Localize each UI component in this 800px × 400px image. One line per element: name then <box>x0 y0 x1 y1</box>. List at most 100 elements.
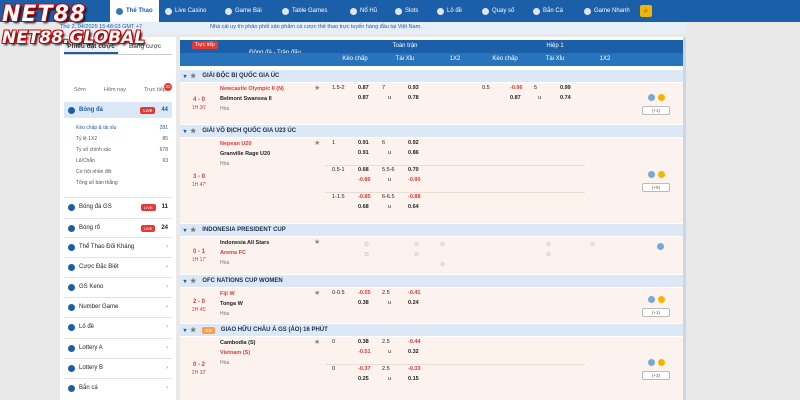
odds-cell[interactable]: 0.99 <box>560 85 571 91</box>
star-icon[interactable]: ★ <box>190 226 196 234</box>
league-header[interactable]: ▾ ★ GIẢI VÔ ĐỊCH QUỐC GIA U23 ÚC <box>180 125 686 137</box>
filter-early[interactable]: Sớm <box>74 87 86 93</box>
sidebar-sport-item[interactable]: Lottery B › <box>64 360 172 376</box>
star-icon[interactable]: ★ <box>314 84 320 92</box>
odds-cell[interactable]: 6 <box>382 140 385 146</box>
odds-cell[interactable]: 1-1.5 <box>332 194 345 200</box>
star-icon[interactable]: ★ <box>190 326 196 334</box>
collapse-icon[interactable]: ▾ <box>180 327 190 334</box>
league-header[interactable]: ▾ ★ GS GIAO HỮU CHÂU Á GS (ẢO) 16 PHÚT <box>180 324 686 336</box>
sidebar-subitem[interactable]: Tỷ lệ 1X2 85 <box>76 136 168 142</box>
league-header[interactable]: ▾ ★ INDONESIA PRESIDENT CUP <box>180 224 686 236</box>
star-icon[interactable]: ★ <box>314 338 320 346</box>
nav-item[interactable]: Live Casino <box>165 0 206 22</box>
odds-cell[interactable]: u <box>388 204 391 210</box>
odds-cell[interactable]: 0.93 <box>408 85 419 91</box>
sidebar-sport-item[interactable]: Bóng rổ LIVE 24 <box>64 220 172 236</box>
search-icon[interactable]: ⌕ <box>640 5 652 17</box>
sidebar-sport-item[interactable]: Thể Thao Đối Kháng › <box>64 239 172 255</box>
odds-cell[interactable]: 0-0.5 <box>332 290 345 296</box>
odds-cell[interactable]: 2.5 <box>382 366 390 372</box>
odds-cell[interactable]: 0.68 <box>358 167 369 173</box>
odds-cell[interactable]: 0.70 <box>408 167 419 173</box>
sidebar-sport-item[interactable]: Cược Đặc Biệt › <box>64 259 172 275</box>
odds-cell[interactable]: 0.64 <box>408 204 419 210</box>
odds-cell[interactable]: -0.37 <box>358 366 371 372</box>
star-icon[interactable]: ★ <box>190 127 196 135</box>
stats-icon[interactable] <box>648 93 655 101</box>
odds-cell[interactable]: 0.24 <box>408 300 419 306</box>
sidebar-subitem[interactable]: Kèo chấp & tài xỉu 281 <box>76 125 168 131</box>
live-tv-icon[interactable] <box>658 358 665 366</box>
filter-today[interactable]: Hôm nay <box>104 87 126 93</box>
odds-cell[interactable]: 2.5 <box>382 290 390 296</box>
star-icon[interactable]: ★ <box>190 72 196 80</box>
odds-cell[interactable]: 6-6.5 <box>382 194 395 200</box>
odds-cell[interactable]: 0.5 <box>482 85 490 91</box>
odds-cell[interactable]: 0.5-1 <box>332 167 345 173</box>
more-bets-button[interactable]: (+1) <box>642 307 670 317</box>
nav-item[interactable]: Lô đề <box>437 0 462 22</box>
odds-cell[interactable]: -0.55 <box>358 290 371 296</box>
nav-item[interactable]: Quay số <box>482 0 514 22</box>
odds-cell[interactable]: 0.68 <box>358 204 369 210</box>
odds-cell[interactable]: -0.86 <box>358 177 371 183</box>
stats-icon[interactable] <box>657 243 664 250</box>
sidebar-sport-item[interactable]: Bóng đá GS LIVE 11 <box>64 199 172 215</box>
odds-cell[interactable]: 0.86 <box>408 150 419 156</box>
sidebar-sport-item[interactable]: GS Keno › <box>64 279 172 295</box>
sidebar-subitem[interactable]: Tỷ số chính xác 678 <box>76 147 168 153</box>
odds-cell[interactable]: 0.92 <box>408 140 419 146</box>
odds-cell[interactable]: 0 <box>332 339 335 345</box>
live-tv-icon[interactable] <box>658 170 665 178</box>
odds-cell[interactable]: -0.33 <box>408 366 421 372</box>
stats-icon[interactable] <box>648 170 655 178</box>
odds-cell[interactable]: u <box>388 95 391 101</box>
odds-cell[interactable]: 0.74 <box>560 95 571 101</box>
scrollbar[interactable] <box>683 37 686 400</box>
odds-cell[interactable]: -0.85 <box>358 194 371 200</box>
odds-cell[interactable]: 0.91 <box>358 150 369 156</box>
collapse-icon[interactable]: ▾ <box>180 128 190 135</box>
nav-item[interactable]: Bắn Cá <box>533 0 563 22</box>
odds-cell[interactable]: 0.25 <box>358 376 369 382</box>
sidebar-subitem[interactable]: Lẻ/Chẵn 63 <box>76 158 168 164</box>
more-bets-button[interactable]: (+9) <box>642 182 670 192</box>
nav-item[interactable]: Nổ Hũ <box>350 0 377 22</box>
odds-cell[interactable]: -0.90 <box>408 177 421 183</box>
brand-logo[interactable]: NET88 NET88.GLOBAL <box>2 2 145 54</box>
nav-item[interactable]: Game Nhanh <box>584 0 630 22</box>
odds-cell[interactable]: 0.15 <box>408 376 419 382</box>
odds-cell[interactable]: -0.51 <box>358 349 371 355</box>
odds-cell[interactable]: 0 <box>332 366 335 372</box>
odds-cell[interactable]: -0.41 <box>408 290 421 296</box>
odds-cell[interactable]: u <box>388 349 391 355</box>
collapse-icon[interactable]: ▾ <box>180 278 190 285</box>
odds-cell[interactable]: 0.87 <box>358 85 369 91</box>
odds-cell[interactable]: u <box>388 376 391 382</box>
sidebar-sport-item[interactable]: Number Game › <box>64 299 172 315</box>
odds-cell[interactable]: 1 <box>332 140 335 146</box>
odds-cell[interactable]: 0.91 <box>358 140 369 146</box>
nav-item[interactable]: Slots <box>395 0 418 22</box>
odds-cell[interactable]: 5 <box>534 85 537 91</box>
odds-cell[interactable]: 0.78 <box>408 95 419 101</box>
sidebar-subitem[interactable]: Tổng số bàn thắng <box>76 180 168 186</box>
league-header[interactable]: ▾ ★ OFC NATIONS CUP WOMEN <box>180 275 686 287</box>
star-icon[interactable]: ★ <box>314 289 320 297</box>
sidebar-sport-item[interactable]: Lô đề › <box>64 319 172 335</box>
odds-cell[interactable]: 0.38 <box>358 339 369 345</box>
league-header[interactable]: ▾ ★ GIẢI ĐỘC BỊ QUỐC GIA ÚC <box>180 70 686 82</box>
star-icon[interactable]: ★ <box>314 238 320 246</box>
odds-cell[interactable]: -0.44 <box>408 339 421 345</box>
live-tv-icon[interactable] <box>658 295 665 303</box>
odds-cell[interactable]: u <box>388 300 391 306</box>
star-icon[interactable]: ★ <box>190 277 196 285</box>
collapse-icon[interactable]: ▾ <box>180 227 190 234</box>
odds-cell[interactable]: 1.5-2 <box>332 85 345 91</box>
odds-cell[interactable]: 0.32 <box>408 349 419 355</box>
odds-cell[interactable]: 0.38 <box>358 300 369 306</box>
odds-cell[interactable]: u <box>388 177 391 183</box>
odds-cell[interactable]: -0.96 <box>510 85 523 91</box>
filter-live[interactable]: Trực tiếp <box>144 87 166 93</box>
